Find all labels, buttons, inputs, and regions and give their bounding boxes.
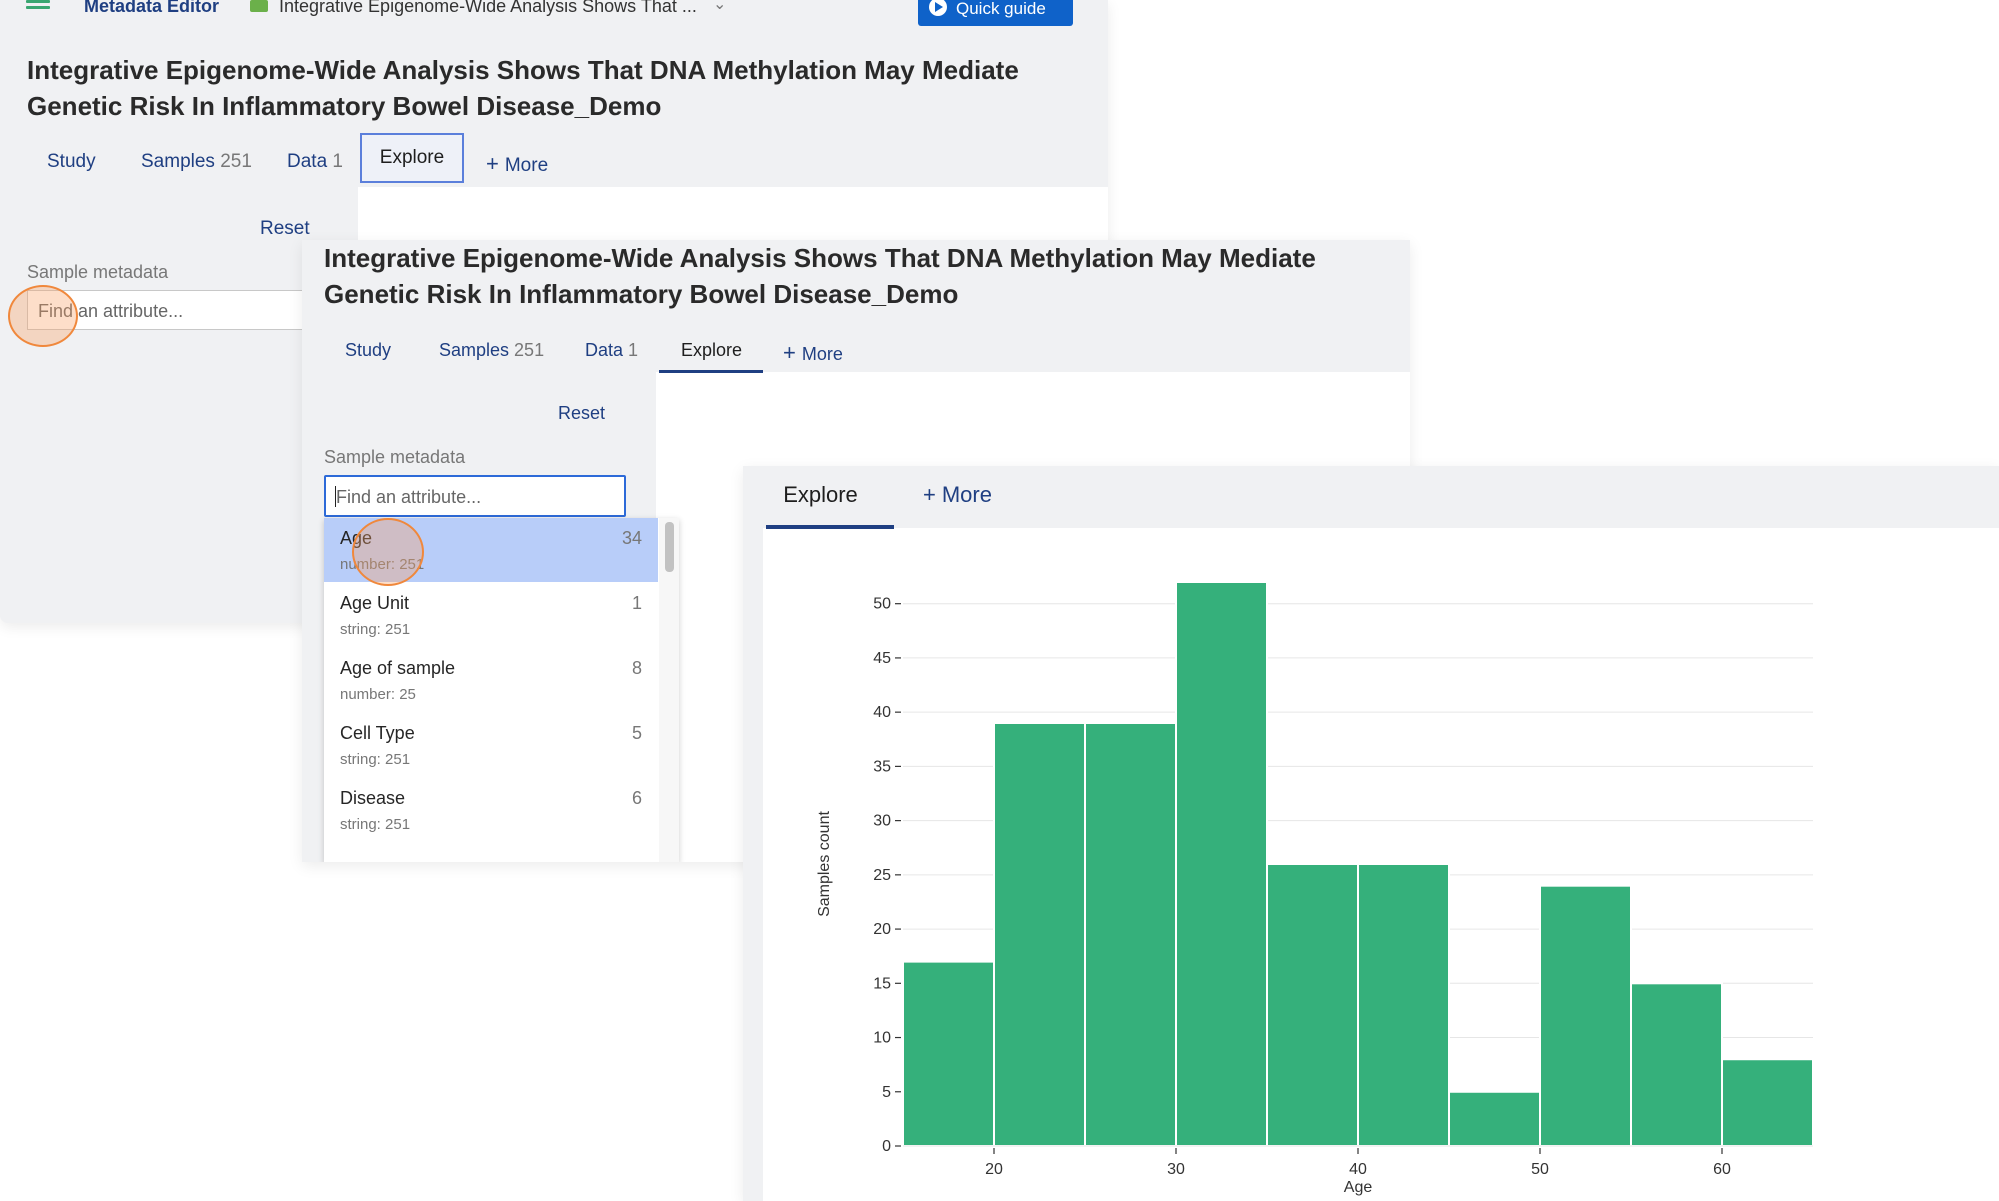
histogram-bar [1084, 722, 1177, 1147]
document-icon [250, 0, 268, 12]
scrollbar-thumb[interactable] [665, 522, 674, 572]
plus-icon: + [783, 340, 796, 365]
x-tick-label: 30 [1167, 1161, 1185, 1178]
list-item[interactable]: Cell Type string: 251 5 [324, 713, 658, 777]
x-tick-label: 20 [985, 1161, 1003, 1178]
y-tick-label: 15 [873, 975, 891, 992]
tab-bar: Study Samples 251 Data 1 Explore + More [302, 330, 1410, 372]
plus-icon: + [486, 151, 499, 176]
y-tick-label: 25 [873, 867, 891, 884]
page-title: Integrative Epigenome-Wide Analysis Show… [324, 243, 1316, 309]
tab-study[interactable]: Study [47, 151, 96, 173]
y-tick-label: 40 [873, 704, 891, 721]
search-input[interactable]: Find an attribute... [324, 475, 626, 517]
tab-data[interactable]: Data 1 [585, 340, 638, 361]
x-tick-label: 40 [1349, 1161, 1367, 1178]
click-indicator [8, 285, 78, 347]
tab-samples[interactable]: Samples 251 [141, 151, 252, 173]
tab-explore[interactable]: Explore [767, 482, 874, 508]
section-label: Sample metadata [27, 262, 169, 282]
quick-guide-button[interactable]: Quick guide [918, 0, 1073, 26]
tab-explore[interactable]: Explore [360, 133, 464, 183]
doc-title[interactable]: Integrative Epigenome-Wide Analysis Show… [279, 0, 697, 17]
click-indicator [352, 518, 424, 586]
app-name[interactable]: Metadata Editor [84, 0, 219, 17]
histogram-bar [902, 960, 995, 1147]
y-tick-label: 35 [873, 758, 891, 775]
sidebar-edge [743, 528, 763, 1201]
tab-data[interactable]: Data 1 [287, 151, 343, 173]
y-tick-label: 10 [873, 1030, 891, 1047]
reset-link[interactable]: Reset [260, 218, 310, 240]
x-tick-label: 50 [1531, 1161, 1549, 1178]
histogram-bar [1175, 581, 1268, 1147]
reset-link[interactable]: Reset [558, 403, 605, 424]
content-area [358, 187, 1108, 247]
histogram-bar [1721, 1058, 1814, 1148]
top-bar: Metadata Editor Integrative Epigenome-Wi… [0, 0, 1108, 26]
chevron-down-icon[interactable]: ⌄ [713, 0, 726, 14]
list-item[interactable]: Age Unit string: 251 1 [324, 583, 658, 647]
histogram-bar [1539, 884, 1632, 1147]
tab-more[interactable]: + More [486, 151, 548, 177]
plus-icon: + [923, 482, 936, 507]
list-item[interactable]: Age of sample number: 25 8 [324, 648, 658, 712]
tab-study[interactable]: Study [345, 340, 391, 361]
active-tab-indicator [659, 370, 763, 373]
histogram-chart: 0 5 10 15 20 25 30 35 40 45 50 20 30 40 50 60 Age Samples… [816, 581, 1814, 1196]
page-title: Integrative Epigenome-Wide Analysis Show… [27, 55, 1019, 121]
y-axis-label: Samples count [816, 811, 833, 917]
histogram-bar [1448, 1090, 1541, 1147]
y-tick-label: 50 [873, 596, 891, 613]
y-tick-label: 5 [882, 1084, 891, 1101]
x-axis-label: Age [1344, 1179, 1373, 1196]
y-tick-label: 45 [873, 650, 891, 667]
section-label: Sample metadata [324, 447, 466, 467]
y-tick-label: 20 [873, 921, 891, 938]
scrollbar[interactable] [659, 518, 679, 862]
tab-bar: Study Samples 251 Data 1 Explore + More [0, 133, 1108, 188]
x-tick-label: 60 [1713, 1161, 1731, 1178]
y-tick-label: 0 [882, 1138, 891, 1155]
panel-front: Explore + More 0 5 10 15 20 25 30 35 40 45 50 20 30 40… [743, 466, 1999, 1201]
list-item[interactable]: Disease string: 251 6 [324, 778, 658, 842]
histogram-bar [1630, 982, 1723, 1147]
menu-icon[interactable] [26, 0, 50, 10]
tab-samples[interactable]: Samples 251 [439, 340, 544, 361]
histogram-bar [993, 722, 1086, 1147]
tab-more[interactable]: + More [783, 340, 843, 366]
tab-more[interactable]: + More [923, 482, 992, 508]
histogram-bar [1266, 863, 1359, 1147]
histogram-bar [1357, 863, 1450, 1147]
y-tick-label: 30 [873, 813, 891, 830]
play-icon [929, 0, 947, 16]
tab-explore[interactable]: Explore [660, 340, 763, 361]
